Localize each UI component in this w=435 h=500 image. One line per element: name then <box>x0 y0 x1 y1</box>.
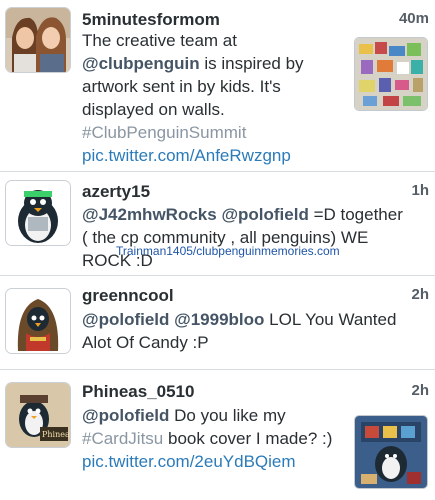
media-link[interactable]: pic.twitter.com/AnfeRwzgnp <box>82 144 342 167</box>
tweet-line: artwork sent in by kids. It's <box>82 77 281 96</box>
tweet-line: #CardJitsu book cover I made? :) <box>82 427 352 450</box>
username[interactable]: greenncool <box>82 286 174 306</box>
phineas-penguin-avatar-icon: Phineas <box>6 383 70 447</box>
tweet-line-text: is inspired by <box>199 54 304 73</box>
penguin-avatar-icon <box>6 181 70 245</box>
mention-link[interactable]: @polofield <box>221 205 308 224</box>
tweet-line: The creative team at <box>82 31 237 50</box>
user-avatar[interactable]: Phineas <box>6 383 70 447</box>
hashtag-link[interactable]: #CardJitsu <box>82 429 163 448</box>
tweet-text: @polofield Do you like my #CardJitsu boo… <box>82 404 352 473</box>
tweet-text: @polofield @1999bloo LOL You Wanted Alot… <box>82 308 422 354</box>
tweet-line: Alot Of Candy :P <box>82 333 209 352</box>
tweet-line-text: Do you like my <box>169 406 286 425</box>
timestamp: 2h <box>411 382 429 399</box>
user-avatar[interactable] <box>6 181 70 245</box>
user-avatar[interactable] <box>6 289 70 353</box>
tweet-item[interactable]: azerty15 1h @J42mhwRocks @polofield =D t… <box>0 172 435 276</box>
tweet-line: @polofield Do you like my <box>82 404 352 427</box>
tweet-line-text: book cover I made? :) <box>163 429 333 448</box>
svg-text:Phineas: Phineas <box>42 430 70 439</box>
user-avatar[interactable] <box>6 8 70 72</box>
media-link[interactable]: pic.twitter.com/2euYdBQiem <box>82 450 352 473</box>
timestamp: 1h <box>411 182 429 199</box>
tweet-line: @clubpenguin is inspired by <box>82 52 342 75</box>
media-thumbnail[interactable] <box>355 38 427 110</box>
hooded-penguin-avatar-icon <box>6 289 70 353</box>
username[interactable]: azerty15 <box>82 182 150 202</box>
watermark-text: Trainman1405/clubpenguinmemories.com <box>116 244 340 258</box>
book-cover-photo-icon <box>355 416 427 488</box>
tweet-line: @polofield @1999bloo LOL You Wanted <box>82 308 422 331</box>
hashtag-link[interactable]: #ClubPenguinSummit <box>82 121 342 144</box>
two-women-photo-icon <box>6 8 70 72</box>
mention-link[interactable]: @1999bloo <box>174 310 264 329</box>
tweet-line: displayed on walls. <box>82 100 225 119</box>
artwork-wall-photo-icon <box>355 38 427 110</box>
mention-link[interactable]: @polofield <box>82 310 169 329</box>
media-thumbnail[interactable] <box>355 416 427 488</box>
tweet-line-text: =D together <box>308 205 403 224</box>
tweet-text: The creative team at @clubpenguin is ins… <box>82 29 342 167</box>
username[interactable]: Phineas_0510 <box>82 382 194 402</box>
mention-link[interactable]: @J42mhwRocks <box>82 205 217 224</box>
tweet-item[interactable]: greenncool 2h @polofield @1999bloo LOL Y… <box>0 276 435 370</box>
username[interactable]: 5minutesformom <box>82 10 220 30</box>
tweet-item[interactable]: 5minutesformom 40m The creative team at … <box>0 0 435 172</box>
timestamp: 40m <box>398 10 429 27</box>
mention-link[interactable]: @polofield <box>82 406 169 425</box>
mention-link[interactable]: @clubpenguin <box>82 54 200 73</box>
tweet-item[interactable]: Phineas Phineas_0510 2h @polofield Do yo… <box>0 370 435 500</box>
tweet-line-text: LOL You Wanted <box>264 310 397 329</box>
tweet-line: @J42mhwRocks @polofield =D together <box>82 203 422 226</box>
timestamp: 2h <box>411 286 429 303</box>
tweet-text: @J42mhwRocks @polofield =D together ( th… <box>82 203 422 272</box>
